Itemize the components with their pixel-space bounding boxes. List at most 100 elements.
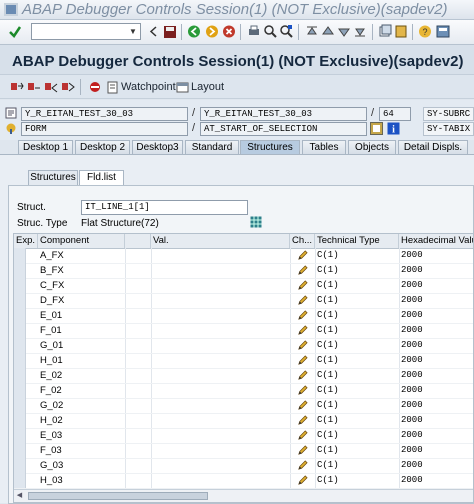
event-type-field[interactable]: FORM [21, 122, 188, 136]
command-field[interactable]: ▼ [31, 23, 141, 40]
header-change[interactable]: Ch... [290, 234, 315, 248]
edit-pencil-icon[interactable] [295, 353, 315, 368]
table-row[interactable]: G_01 C(1) 2000 [14, 338, 473, 354]
header-hex-value[interactable]: Hexadecimal Value [399, 234, 473, 248]
include-field[interactable]: Y_R_EITAN_TEST_30_03 [200, 107, 367, 121]
cell-val[interactable] [151, 473, 290, 488]
edit-pencil-icon[interactable] [295, 398, 315, 413]
tab-desktop-3[interactable]: Desktop3 [132, 140, 183, 154]
table-row[interactable]: H_01 C(1) 2000 [14, 353, 473, 369]
back-icon[interactable] [187, 24, 201, 39]
edit-pencil-icon[interactable] [295, 308, 315, 323]
header-exp[interactable]: Exp. [14, 234, 38, 248]
edit-pencil-icon[interactable] [295, 428, 315, 443]
edit-pencil-icon[interactable] [295, 383, 315, 398]
edit-pencil-icon[interactable] [295, 443, 315, 458]
row-selector[interactable] [14, 308, 26, 323]
tab-objects[interactable]: Objects [348, 140, 396, 154]
customize-layout-icon[interactable] [436, 24, 450, 39]
enter-check-icon[interactable] [8, 24, 22, 39]
execute-icon[interactable] [27, 80, 41, 95]
cell-val[interactable] [151, 368, 290, 383]
layout-icon[interactable] [176, 80, 190, 95]
row-selector[interactable] [14, 353, 26, 368]
scroll-left-icon[interactable]: ◀ [14, 490, 25, 502]
cell-val[interactable] [151, 263, 290, 278]
struct-input[interactable]: IT_LINE_1[1] [81, 200, 248, 215]
watchpoint-button[interactable]: Watchpoint [121, 81, 176, 93]
row-selector[interactable] [14, 443, 26, 458]
scrollbar-thumb[interactable] [28, 492, 208, 500]
row-selector[interactable] [14, 413, 26, 428]
new-session-icon[interactable] [378, 24, 392, 39]
first-page-icon[interactable] [305, 24, 319, 39]
last-page-icon[interactable] [353, 24, 367, 39]
info-icon[interactable]: i [387, 122, 400, 135]
continue-icon[interactable] [61, 80, 75, 95]
subtab-field-list[interactable]: Fld.list [79, 170, 124, 185]
edit-pencil-icon[interactable] [295, 473, 315, 488]
edit-pencil-icon[interactable] [295, 338, 315, 353]
previous-page-icon[interactable] [321, 24, 335, 39]
edit-pencil-icon[interactable] [295, 263, 315, 278]
header-component[interactable]: Component [38, 234, 125, 248]
line-field[interactable]: 64 [379, 107, 411, 121]
edit-pencil-icon[interactable] [295, 368, 315, 383]
table-layout-icon[interactable] [250, 216, 262, 228]
tab-tables[interactable]: Tables [302, 140, 346, 154]
row-selector[interactable] [14, 368, 26, 383]
row-selector[interactable] [14, 278, 26, 293]
find-next-icon[interactable] [279, 24, 293, 39]
cell-val[interactable] [151, 413, 290, 428]
edit-pencil-icon[interactable] [295, 293, 315, 308]
edit-pencil-icon[interactable] [295, 458, 315, 473]
table-row[interactable]: F_03 C(1) 2000 [14, 443, 473, 459]
edit-pencil-icon[interactable] [295, 278, 315, 293]
return-icon[interactable] [44, 80, 58, 95]
tab-detail-displs[interactable]: Detail Displs. [398, 140, 468, 154]
save-icon[interactable] [163, 24, 177, 39]
tab-standard[interactable]: Standard [185, 140, 239, 154]
program-field[interactable]: Y_R_EITAN_TEST_30_03 [21, 107, 188, 121]
next-page-icon[interactable] [337, 24, 351, 39]
table-row[interactable]: G_03 C(1) 2000 [14, 458, 473, 474]
tab-desktop-1[interactable]: Desktop 1 [18, 140, 73, 154]
table-row[interactable]: B_FX C(1) 2000 [14, 263, 473, 279]
cell-val[interactable] [151, 428, 290, 443]
row-selector[interactable] [14, 338, 26, 353]
tab-structures[interactable]: Structures [240, 140, 300, 154]
cell-val[interactable] [151, 248, 290, 263]
find-icon[interactable] [263, 24, 277, 39]
table-row[interactable]: E_01 C(1) 2000 [14, 308, 473, 324]
table-row[interactable]: D_FX C(1) 2000 [14, 293, 473, 309]
collapse-left-icon[interactable] [147, 24, 161, 39]
edit-pencil-icon[interactable] [295, 248, 315, 263]
header-blank[interactable] [125, 234, 151, 248]
row-selector[interactable] [14, 428, 26, 443]
row-selector[interactable] [14, 473, 26, 488]
table-row[interactable]: H_03 C(1) 2000 [14, 473, 473, 489]
tab-desktop-2[interactable]: Desktop 2 [75, 140, 130, 154]
cell-val[interactable] [151, 278, 290, 293]
row-selector[interactable] [14, 248, 26, 263]
cancel-icon[interactable] [222, 24, 236, 39]
row-selector[interactable] [14, 458, 26, 473]
table-row[interactable]: E_02 C(1) 2000 [14, 368, 473, 384]
exit-icon[interactable] [205, 24, 219, 39]
edit-pencil-icon[interactable] [295, 323, 315, 338]
cell-val[interactable] [151, 293, 290, 308]
row-selector[interactable] [14, 323, 26, 338]
header-technical-type[interactable]: Technical Type [315, 234, 399, 248]
watchpoint-icon[interactable] [106, 80, 120, 95]
cell-val[interactable] [151, 443, 290, 458]
table-row[interactable]: F_01 C(1) 2000 [14, 323, 473, 339]
help-icon[interactable]: ? [418, 24, 432, 39]
row-selector[interactable] [14, 383, 26, 398]
cell-val[interactable] [151, 458, 290, 473]
single-step-icon[interactable] [10, 80, 24, 95]
table-row[interactable]: C_FX C(1) 2000 [14, 278, 473, 294]
table-row[interactable]: A_FX C(1) 2000 [14, 248, 473, 264]
horizontal-scrollbar[interactable]: ◀ [14, 489, 473, 502]
table-row[interactable]: G_02 C(1) 2000 [14, 398, 473, 414]
event-field[interactable]: AT_START_OF_SELECTION [200, 122, 367, 136]
